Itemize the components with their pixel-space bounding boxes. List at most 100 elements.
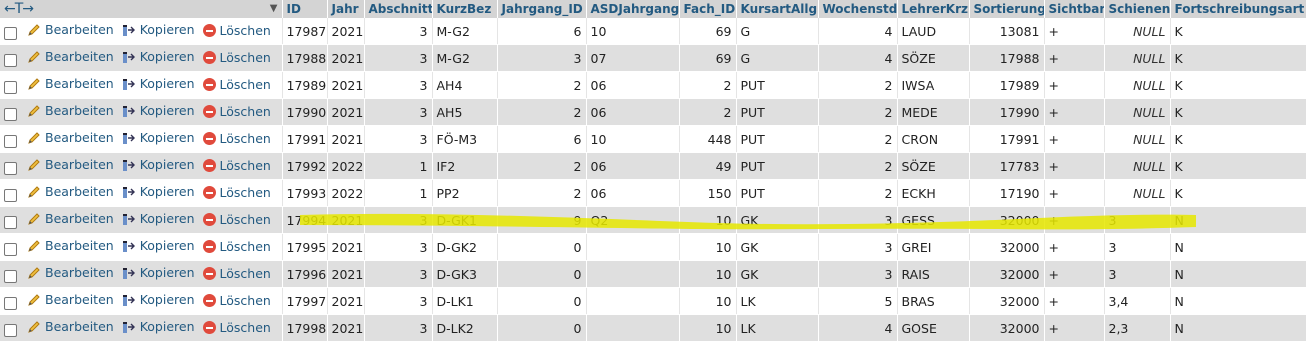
cell-jahrgang-id[interactable]: 3 <box>497 44 587 72</box>
copy-link[interactable]: Kopieren <box>122 238 195 253</box>
cell-wochenstd[interactable]: 4 <box>818 314 898 342</box>
copy-link[interactable]: Kopieren <box>122 76 195 91</box>
cell-kurzbez[interactable]: AH4 <box>432 71 498 99</box>
cell-schienen[interactable]: NULL <box>1104 18 1171 45</box>
cell-kursartallg[interactable]: PUT <box>736 98 819 126</box>
cell-asdjahrgang[interactable]: 10 <box>586 125 680 153</box>
column-header-lehrerkrz[interactable]: LehrerKrz <box>897 0 970 18</box>
cell-schienen[interactable]: NULL <box>1104 44 1171 72</box>
copy-link[interactable]: Kopieren <box>122 157 195 172</box>
delete-link[interactable]: Löschen <box>202 23 271 38</box>
copy-link[interactable]: Kopieren <box>122 184 195 199</box>
cell-sichtbar[interactable]: + <box>1044 179 1105 207</box>
cell-asdjahrgang[interactable]: 06 <box>586 152 680 180</box>
cell-schienen[interactable]: 2,3 <box>1104 314 1171 342</box>
cell-kursartallg[interactable]: GK <box>736 260 819 288</box>
cell-id[interactable]: 17988 <box>282 44 328 72</box>
cell-lehrerkrz[interactable]: GOSE <box>897 314 970 342</box>
cell-jahrgang-id[interactable]: 2 <box>497 98 587 126</box>
cell-sortierung[interactable]: 17991 <box>969 125 1045 153</box>
cell-kurzbez[interactable]: D-GK3 <box>432 260 498 288</box>
cell-jahrgang-id[interactable]: 6 <box>497 18 587 45</box>
cell-wochenstd[interactable]: 3 <box>818 260 898 288</box>
cell-sichtbar[interactable]: + <box>1044 44 1105 72</box>
cell-sortierung[interactable]: 17783 <box>969 152 1045 180</box>
edit-link[interactable]: Bearbeiten <box>27 130 114 145</box>
cell-id[interactable]: 17995 <box>282 233 328 261</box>
cell-abschnitt[interactable]: 3 <box>364 98 433 126</box>
cell-abschnitt[interactable]: 3 <box>364 260 433 288</box>
column-header-jahrgang-id[interactable]: Jahrgang_ID <box>497 0 587 18</box>
cell-schienen[interactable]: NULL <box>1104 179 1171 207</box>
cell-kurzbez[interactable]: M-G2 <box>432 44 498 72</box>
cell-wochenstd[interactable]: 2 <box>818 152 898 180</box>
cell-id[interactable]: 17989 <box>282 71 328 99</box>
column-header-fortschreibungsart[interactable]: Fortschreibungsart <box>1170 0 1306 18</box>
delete-link[interactable]: Löschen <box>202 239 271 254</box>
column-header-fach-id[interactable]: Fach_ID <box>679 0 737 18</box>
row-checkbox[interactable] <box>4 215 17 229</box>
edit-link[interactable]: Bearbeiten <box>27 157 114 172</box>
cell-jahr[interactable]: 2022 <box>327 179 365 207</box>
cell-schienen[interactable]: NULL <box>1104 98 1171 126</box>
cell-sichtbar[interactable]: + <box>1044 152 1105 180</box>
row-checkbox[interactable] <box>4 53 17 67</box>
delete-link[interactable]: Löschen <box>202 50 271 65</box>
column-header-wochenstd[interactable]: Wochenstd <box>818 0 898 18</box>
cell-jahr[interactable]: 2021 <box>327 233 365 261</box>
cell-asdjahrgang[interactable]: Q2 <box>586 206 680 234</box>
cell-sichtbar[interactable]: + <box>1044 314 1105 342</box>
cell-abschnitt[interactable]: 3 <box>364 233 433 261</box>
cell-abschnitt[interactable]: 3 <box>364 314 433 342</box>
cell-lehrerkrz[interactable]: GESS <box>897 206 970 234</box>
cell-sortierung[interactable]: 32000 <box>969 287 1045 315</box>
cell-fortschreibungsart[interactable]: N <box>1170 314 1306 342</box>
cell-fortschreibungsart[interactable]: K <box>1170 179 1306 207</box>
cell-lehrerkrz[interactable]: MEDE <box>897 98 970 126</box>
cell-id[interactable]: 17996 <box>282 260 328 288</box>
cell-jahr[interactable]: 2021 <box>327 287 365 315</box>
cell-wochenstd[interactable]: 3 <box>818 206 898 234</box>
cell-lehrerkrz[interactable]: GREI <box>897 233 970 261</box>
cell-sichtbar[interactable]: + <box>1044 18 1105 45</box>
cell-abschnitt[interactable]: 3 <box>364 44 433 72</box>
column-header-jahr[interactable]: Jahr <box>327 0 365 18</box>
cell-fach-id[interactable]: 448 <box>679 125 737 153</box>
cell-jahr[interactable]: 2021 <box>327 98 365 126</box>
column-header-sortierung[interactable]: Sortierung <box>969 0 1045 18</box>
cell-jahrgang-id[interactable]: 0 <box>497 287 587 315</box>
cell-kurzbez[interactable]: D-LK1 <box>432 287 498 315</box>
cell-sortierung[interactable]: 32000 <box>969 314 1045 342</box>
cell-wochenstd[interactable]: 4 <box>818 18 898 45</box>
cell-kurzbez[interactable]: FÖ-M3 <box>432 125 498 153</box>
cell-asdjahrgang[interactable] <box>586 287 680 315</box>
delete-link[interactable]: Löschen <box>202 104 271 119</box>
cell-schienen[interactable]: NULL <box>1104 125 1171 153</box>
cell-id[interactable]: 17991 <box>282 125 328 153</box>
column-header-kursartallg[interactable]: KursartAllg <box>736 0 819 18</box>
cell-wochenstd[interactable]: 2 <box>818 179 898 207</box>
cell-kursartallg[interactable]: GK <box>736 233 819 261</box>
cell-schienen[interactable]: 3 <box>1104 206 1171 234</box>
cell-fortschreibungsart[interactable]: K <box>1170 18 1306 45</box>
delete-link[interactable]: Löschen <box>202 293 271 308</box>
column-header-asdjahrgang[interactable]: ASDJahrgang <box>586 0 680 18</box>
copy-link[interactable]: Kopieren <box>122 292 195 307</box>
cell-sichtbar[interactable]: + <box>1044 287 1105 315</box>
cell-sortierung[interactable]: 17190 <box>969 179 1045 207</box>
cell-asdjahrgang[interactable]: 06 <box>586 71 680 99</box>
edit-link[interactable]: Bearbeiten <box>27 49 114 64</box>
cell-fortschreibungsart[interactable]: K <box>1170 98 1306 126</box>
cell-lehrerkrz[interactable]: IWSA <box>897 71 970 99</box>
cell-wochenstd[interactable]: 5 <box>818 287 898 315</box>
cell-sichtbar[interactable]: + <box>1044 206 1105 234</box>
cell-wochenstd[interactable]: 2 <box>818 125 898 153</box>
cell-asdjahrgang[interactable]: 07 <box>586 44 680 72</box>
cell-lehrerkrz[interactable]: BRAS <box>897 287 970 315</box>
cell-schienen[interactable]: NULL <box>1104 152 1171 180</box>
cell-asdjahrgang[interactable]: 10 <box>586 18 680 45</box>
delete-link[interactable]: Löschen <box>202 266 271 281</box>
cell-sichtbar[interactable]: + <box>1044 233 1105 261</box>
row-checkbox[interactable] <box>4 269 17 283</box>
cell-jahr[interactable]: 2021 <box>327 260 365 288</box>
